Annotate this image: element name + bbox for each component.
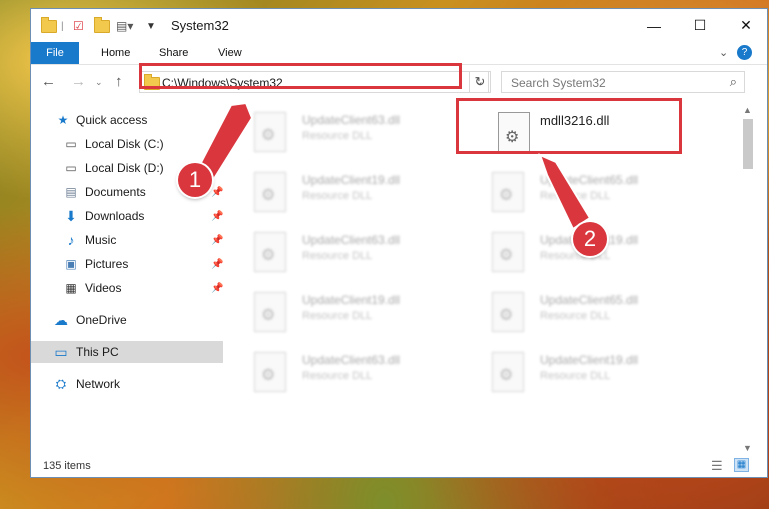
annotation-arrows — [194, 101, 592, 231]
arrow-2 — [538, 153, 592, 231]
step-2-badge: 2 — [573, 222, 607, 256]
step-1-badge: 1 — [178, 163, 212, 197]
